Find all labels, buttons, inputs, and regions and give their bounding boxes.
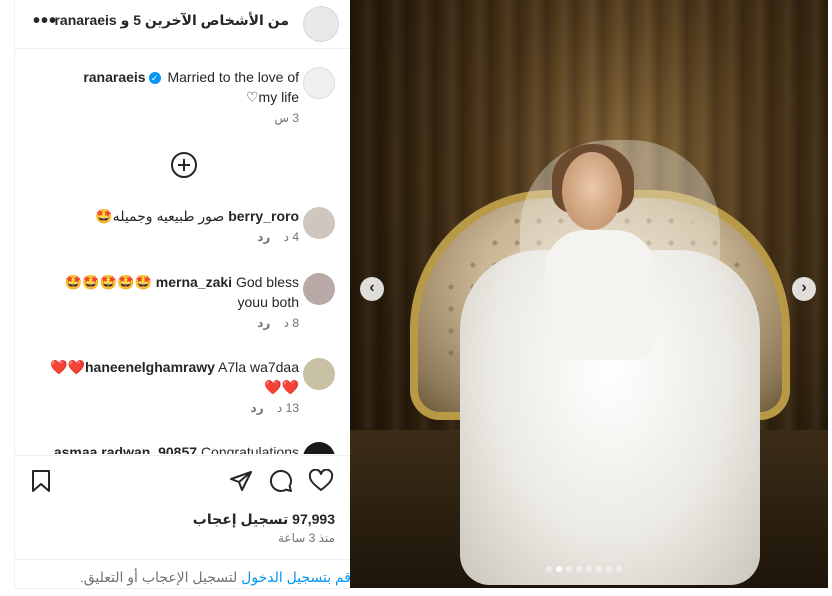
carousel-dot [556,566,562,572]
reply-button[interactable]: رد [257,316,270,330]
post-photo[interactable]: ‹ › [350,0,828,588]
reply-button[interactable]: رد [257,230,270,244]
login-prompt: قم بتسجيل الدخول لتسجيل الإعجاب أو التعل… [15,559,351,588]
bookmark-icon[interactable] [30,469,56,495]
comment-text-line2: ❤️❤️ [264,379,299,395]
comment-text: صور طبيعيه وجميله🤩 [95,208,225,224]
login-prompt-text: لتسجيل الإعجاب أو التعليق. [79,569,242,585]
carousel-dot [596,566,602,572]
caption-avatar[interactable] [303,67,335,99]
share-icon[interactable] [229,469,255,495]
comment-item: merna_zaki God bless 🤩🤩🤩🤩🤩 youu both 8 د… [65,272,299,330]
comment-item: berry_roro صور طبيعيه وجميله🤩 4 د رد [95,206,299,244]
comment-item: asmaa.radwan_90857 Congratulations [54,442,299,454]
carousel-indicator [546,566,622,572]
comment-time[interactable]: 4 د [284,230,299,244]
carousel-dot [586,566,592,572]
post-header: ••• من الأشخاص الآخرين 5 و ranaraeis [15,0,351,49]
caption: ranaraeis ✓ Married to the love of my lif… [83,67,299,125]
author-avatar[interactable] [303,6,339,42]
caption-username[interactable]: ranaraeis [83,69,145,85]
comment-username[interactable]: haneenelghamrawy [85,359,215,375]
comment-text-line2: youu both [237,294,300,310]
carousel-dot [576,566,582,572]
carousel-dot [546,566,552,572]
comment-item: haneenelghamrawy A7la wa7daa❤️❤️ ❤️❤️ 13… [50,357,299,415]
comment-username[interactable]: berry_roro [228,208,299,224]
caption-text-line2: my life♡ [245,89,299,105]
commenter-avatar[interactable] [303,273,335,305]
comment-text: Congratulations [200,444,299,454]
verified-badge-icon: ✓ [148,72,161,85]
post-side-panel: ••• من الأشخاص الآخرين 5 و ranaraeis ran… [14,0,351,589]
likes-count[interactable]: 97,993 تسجيل إعجاب [193,511,335,528]
comment-time[interactable]: 13 د [277,401,299,415]
login-link[interactable]: قم بتسجيل الدخول [241,569,351,585]
carousel-dot [566,566,572,572]
reply-button[interactable]: رد [251,401,264,415]
more-options-button[interactable]: ••• [33,10,57,33]
comment-time[interactable]: 8 د [284,316,299,330]
carousel-dot [606,566,612,572]
comment-icon[interactable] [269,469,295,495]
caption-text-line1: Married to the love of [167,69,299,85]
bride-face [562,152,622,230]
commenter-avatar[interactable] [303,207,335,239]
comment-username[interactable]: asmaa.radwan_90857 [54,444,197,454]
comments-list[interactable]: ranaraeis ✓ Married to the love of my lif… [15,49,351,454]
comment-username[interactable]: merna_zaki [156,274,232,290]
previous-photo-button[interactable]: ‹ [360,277,384,301]
like-heart-icon[interactable] [308,468,334,495]
carousel-dot [616,566,622,572]
commenter-avatar[interactable] [303,358,335,390]
load-more-comments-button[interactable] [171,152,197,178]
caption-time[interactable]: 3 س [274,111,299,125]
commenter-avatar[interactable] [303,442,335,454]
post-author-collab-text[interactable]: من الأشخاص الآخرين 5 و ranaraeis [54,12,289,29]
post-time[interactable]: منذ 3 ساعة [278,531,335,545]
next-photo-button[interactable]: › [792,277,816,301]
post-actions: 97,993 تسجيل إعجاب منذ 3 ساعة قم بتسجيل … [15,455,351,588]
